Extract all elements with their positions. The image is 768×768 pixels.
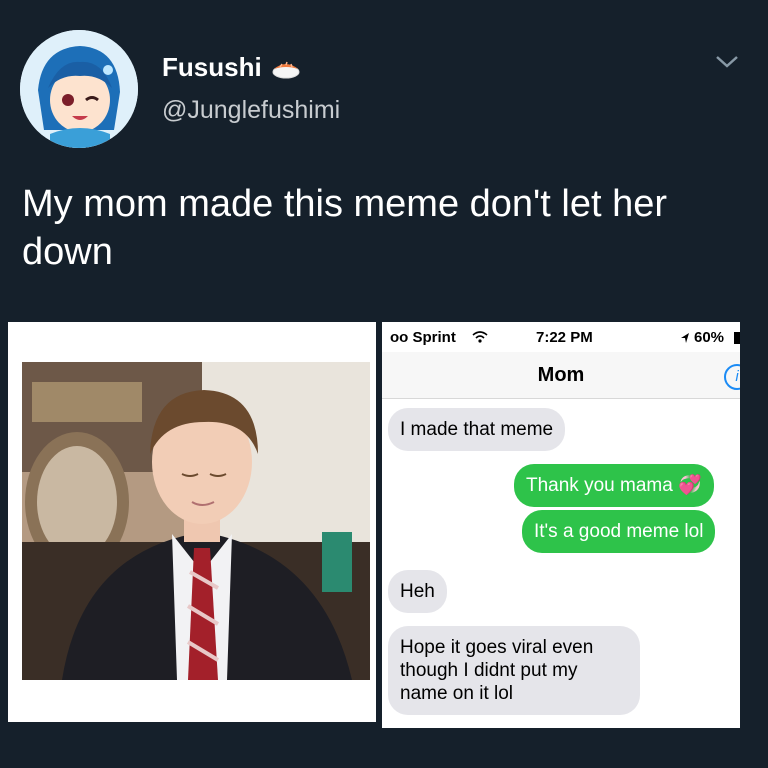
sushi-emoji-icon	[272, 61, 300, 78]
meme-photo-frame	[8, 322, 376, 722]
location-arrow-icon	[681, 333, 689, 343]
display-name[interactable]: Fusushi	[162, 52, 302, 83]
battery-percentage: 60%	[694, 329, 725, 346]
contact-name[interactable]: Mom	[382, 364, 740, 387]
conversation-header: Mom i	[382, 352, 740, 399]
display-name-text: Fusushi	[162, 52, 262, 82]
message-bubble-incoming: Hope it goes viral even though I didnt p…	[388, 626, 640, 715]
message-bubble-outgoing: Thank you mama 💞	[514, 464, 714, 507]
wifi-icon	[472, 331, 488, 343]
imessage-screenshot: oo Sprint 7:22 PM 60% Mom i I made that …	[382, 322, 740, 728]
meme-photo	[22, 362, 370, 680]
message-bubble-incoming: I made that meme	[388, 408, 566, 451]
carrier-label: oo Sprint	[390, 329, 456, 346]
avatar-anime-girl	[20, 30, 138, 148]
status-bar: oo Sprint 7:22 PM 60%	[382, 322, 740, 352]
message-bubble-incoming: Heh	[388, 570, 447, 613]
battery-icon	[734, 332, 740, 344]
message-bubble-outgoing: It's a good meme lol	[522, 510, 716, 553]
user-handle[interactable]: @Junglefushimi	[162, 96, 340, 125]
tweet-text: My mom made this meme don't let her down	[22, 183, 668, 273]
avatar[interactable]	[20, 30, 138, 148]
chevron-down-icon[interactable]	[712, 50, 742, 72]
clock-time: 7:22 PM	[536, 329, 593, 346]
